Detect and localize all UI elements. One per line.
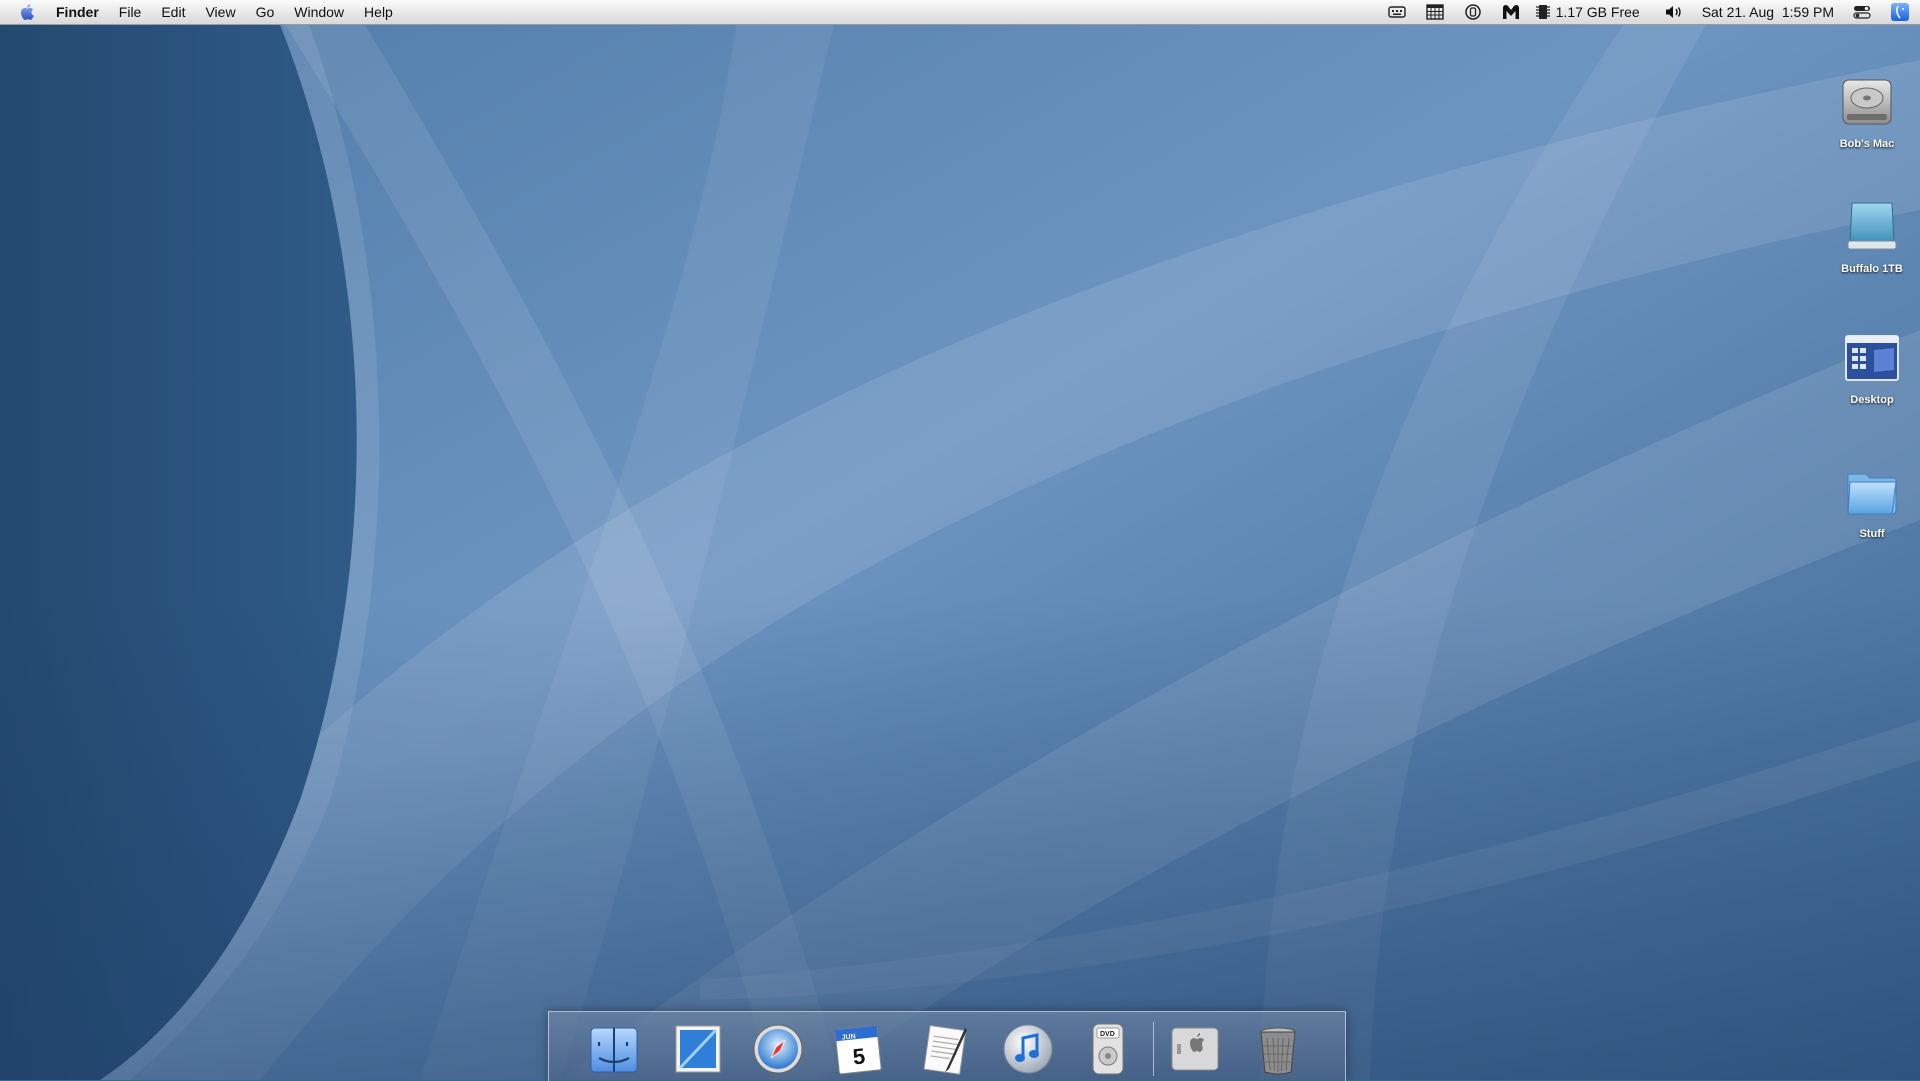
menu-window[interactable]: Window: [284, 0, 354, 24]
menu-bar: Finder File Edit View Go Window Help 1.1…: [0, 0, 1920, 25]
desktop-icon-desktop[interactable]: Desktop: [1817, 326, 1920, 406]
dock-separator: [1153, 1022, 1154, 1076]
mail-stamp-icon[interactable]: [669, 1020, 727, 1078]
ical-calendar-icon[interactable]: JUN 5: [829, 1020, 887, 1078]
calendar-grid-icon[interactable]: [1425, 2, 1445, 22]
menu-file[interactable]: File: [109, 0, 152, 24]
itunes-icon[interactable]: [999, 1020, 1057, 1078]
desktop-icon-stuff[interactable]: Stuff: [1817, 460, 1920, 540]
hard-drive-icon: [1842, 79, 1892, 125]
memory-chip-icon: [1535, 5, 1550, 19]
dvd-label-text: DVD: [1100, 1031, 1115, 1038]
menu-help[interactable]: Help: [354, 0, 403, 24]
desktop-icon-buffalo[interactable]: Buffalo 1TB: [1817, 195, 1920, 275]
menu-extras: 1.17 GB Free Sat 21. Aug 1:59 PM: [1378, 0, 1920, 24]
memory-status[interactable]: 1.17 GB Free: [1535, 0, 1649, 24]
calendar-month-text: JUN: [841, 1033, 856, 1041]
volume-icon[interactable]: [1664, 2, 1684, 22]
system-preferences-icon[interactable]: [1166, 1020, 1224, 1078]
clock-text[interactable]: Sat 21. Aug 1:59 PM: [1702, 0, 1834, 24]
desktop-icon-label: Stuff: [1859, 528, 1885, 540]
menu-view[interactable]: View: [195, 0, 245, 24]
menu-edit[interactable]: Edit: [151, 0, 195, 24]
trash-icon[interactable]: [1249, 1020, 1307, 1078]
safari-compass-icon[interactable]: [749, 1020, 807, 1078]
apple-logo-icon[interactable]: [12, 0, 44, 24]
memory-free-text: 1.17 GB Free: [1555, 4, 1640, 20]
desktop-icon-label: Buffalo 1TB: [1841, 263, 1903, 275]
folder-icon: [1847, 473, 1897, 515]
desktop-folder-icon: [1845, 335, 1899, 381]
external-drive-icon: [1847, 202, 1897, 250]
desktop-icon-label: Bob's Mac: [1839, 138, 1895, 150]
desktop-icon-bobs-mac[interactable]: Bob's Mac: [1812, 70, 1920, 150]
menu-app-finder[interactable]: Finder: [44, 0, 109, 24]
spotlight-icon[interactable]: [1890, 2, 1910, 22]
menu-go[interactable]: Go: [246, 0, 285, 24]
desktop-wallpaper: [0, 0, 1920, 1080]
finder-icon[interactable]: [585, 1020, 643, 1078]
dvd-player-icon[interactable]: DVD: [1079, 1020, 1137, 1078]
dock: JUN 5 DVD: [548, 1011, 1346, 1081]
calendar-day-text: 5: [852, 1043, 867, 1069]
desktop-icon-label: Desktop: [1850, 394, 1894, 406]
malwarebytes-icon[interactable]: [1501, 2, 1521, 22]
keyboard-icon[interactable]: [1387, 2, 1407, 22]
switch-icon[interactable]: [1852, 2, 1872, 22]
sync-icon[interactable]: [1463, 2, 1483, 22]
textedit-icon[interactable]: [917, 1020, 975, 1078]
